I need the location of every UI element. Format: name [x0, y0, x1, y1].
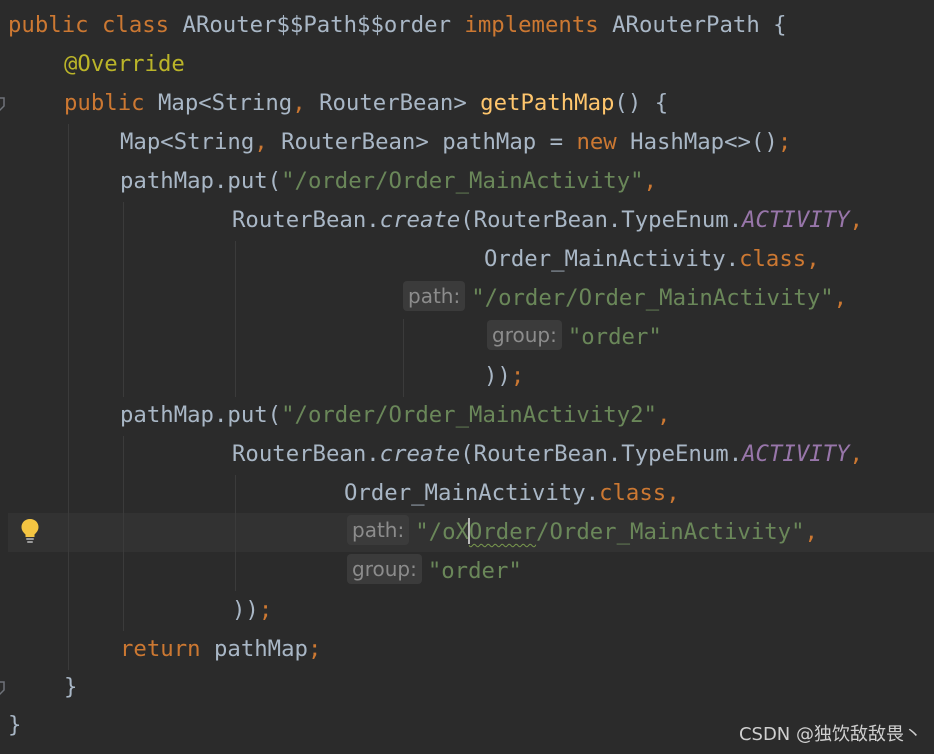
code-token: (RouterBean.TypeEnum. [460, 441, 743, 467]
keyword-token: return [120, 636, 214, 662]
keyword-token: , [292, 90, 306, 116]
code-line[interactable]: )); [484, 357, 524, 396]
code-token: pathMap [213, 636, 308, 662]
string-token: "/order/Order_MainActivity2" [281, 402, 657, 428]
keyword-token: , [643, 168, 657, 194]
code-token: )) [232, 597, 259, 623]
code-line[interactable]: RouterBean.create(RouterBean.TypeEnum.AC… [232, 435, 863, 474]
watermark: CSDN @独饮敌敌畏丶 [738, 724, 922, 745]
code-line[interactable]: } [64, 668, 77, 707]
code-line[interactable]: return pathMap; [120, 630, 321, 669]
code-line[interactable]: path: "/order/Order_MainActivity", [403, 279, 847, 318]
code-token: Map<String [120, 129, 255, 155]
keyword-token: class [599, 480, 667, 506]
indent-guide [403, 319, 404, 397]
keyword-token: implements [464, 12, 613, 38]
code-token: Order_MainActivity. [484, 246, 740, 272]
param-hint: group: [487, 320, 562, 350]
string-token: /Order_MainActivity" [536, 519, 805, 545]
keyword-token: , [804, 519, 818, 545]
code-line[interactable]: Order_MainActivity.class, [484, 240, 820, 279]
string-token: "/order/Order_MainActivity" [281, 168, 644, 194]
annotation-token: @Override [64, 51, 185, 77]
constant-token: ACTIVITY [742, 441, 850, 467]
code-line[interactable]: @Override [64, 45, 185, 84]
code-token: pathMap.put( [120, 168, 282, 194]
code-token: HashMap<>() [630, 129, 778, 155]
param-hint: path: [347, 515, 410, 545]
code-line[interactable]: pathMap.put("/order/Order_MainActivity2"… [120, 396, 670, 435]
code-line[interactable]: Map<String, RouterBean> pathMap = new Ha… [120, 123, 791, 162]
code-token: RouterBean. [232, 441, 380, 467]
code-line[interactable]: )); [232, 591, 272, 630]
override-marker-icon[interactable] [0, 96, 6, 112]
string-token: "order" [567, 324, 662, 350]
indent-guide [123, 202, 124, 397]
code-token: )) [484, 363, 511, 389]
keyword-token: ; [777, 129, 792, 155]
code-token: ARouter$$Path$$order [182, 12, 465, 38]
indent-guide [123, 436, 124, 631]
keyword-token: public class [8, 12, 183, 38]
keyword-token: public [64, 90, 158, 116]
keyword-token: , [656, 402, 671, 428]
keyword-token: class [739, 246, 807, 272]
italic-token: create [379, 441, 461, 467]
keyword-token: ; [510, 363, 525, 389]
code-line[interactable]: group: "order" [347, 552, 522, 591]
code-line[interactable]: pathMap.put("/order/Order_MainActivity", [120, 162, 657, 201]
keyword-token: ; [258, 597, 273, 623]
indent-guide [235, 475, 236, 591]
bulb-icon[interactable] [20, 518, 40, 544]
code-editor[interactable]: public class ARouter$$Path$$order implem… [0, 0, 934, 754]
italic-token: create [379, 207, 461, 233]
keyword-token: , [254, 129, 268, 155]
string-token: "order" [427, 558, 522, 584]
code-token: ARouterPath { [612, 12, 787, 38]
string-token: "/oX [415, 519, 469, 545]
fold-marker-icon[interactable] [0, 680, 6, 696]
keyword-token: , [806, 246, 820, 272]
typo-token: Order [468, 519, 537, 545]
code-line[interactable]: group: "order" [487, 318, 662, 357]
keyword-token: , [666, 480, 680, 506]
keyword-token: , [849, 441, 863, 467]
code-line[interactable]: RouterBean.create(RouterBean.TypeEnum.AC… [232, 201, 863, 240]
code-token: pathMap.put( [120, 402, 282, 428]
param-hint: group: [347, 554, 422, 584]
method-token: getPathMap [480, 90, 615, 116]
indent-guide [235, 241, 236, 397]
code-token: Map<String [157, 90, 293, 116]
keyword-token: , [849, 207, 863, 233]
indent-guide [68, 124, 69, 670]
code-token: () { [614, 90, 669, 116]
code-token: (RouterBean.TypeEnum. [460, 207, 743, 233]
keyword-token: ; [307, 636, 322, 662]
code-token: } [8, 712, 22, 738]
keyword-token: , [833, 285, 848, 311]
code-token: } [64, 674, 78, 700]
code-line[interactable]: path: "/oXOrder/Order_MainActivity", [347, 513, 818, 552]
code-line[interactable]: Order_MainActivity.class, [344, 474, 680, 513]
code-line[interactable]: public class ARouter$$Path$$order implem… [8, 6, 787, 45]
constant-token: ACTIVITY [742, 207, 850, 233]
code-token: RouterBean> [305, 90, 481, 116]
code-token: RouterBean> pathMap = [267, 129, 577, 155]
code-line[interactable]: } [8, 706, 21, 745]
keyword-token: new [576, 129, 631, 155]
param-hint: path: [403, 281, 466, 311]
code-token: Order_MainActivity. [344, 480, 600, 506]
code-line[interactable]: public Map<String, RouterBean> getPathMa… [64, 84, 668, 123]
string-token: "/order/Order_MainActivity" [471, 285, 834, 311]
code-token: RouterBean. [232, 207, 380, 233]
